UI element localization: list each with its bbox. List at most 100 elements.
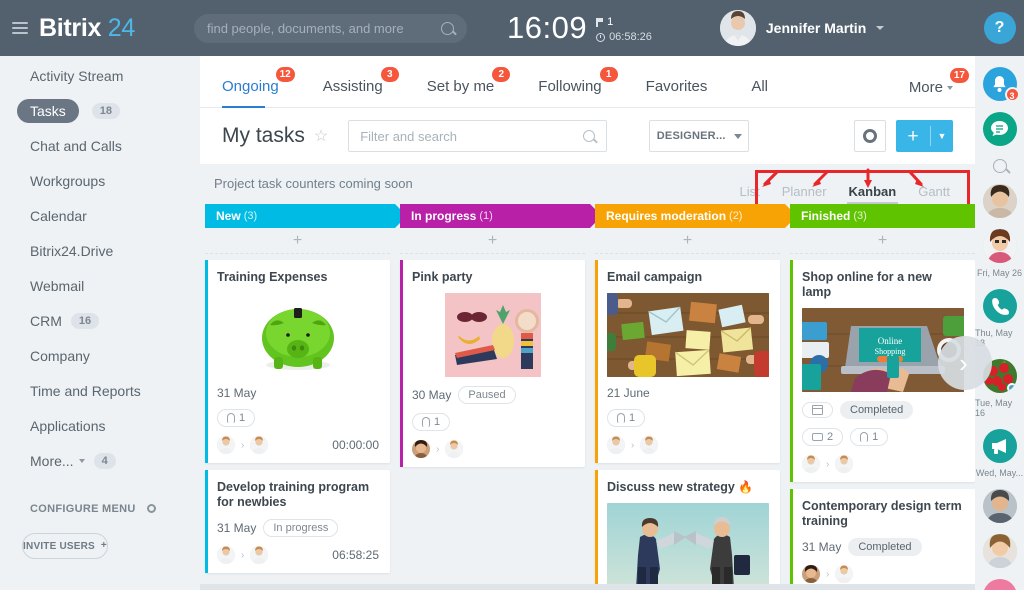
avatar[interactable]: [217, 546, 235, 564]
column-header[interactable]: New (3): [205, 204, 407, 228]
task-card[interactable]: Pink party 30 May Paused 1 ›: [400, 260, 585, 467]
task-meta: 31 May: [217, 386, 379, 400]
task-card[interactable]: Training Expenses 31 May 1 › 00:00:00: [205, 260, 390, 463]
app-logo[interactable]: Bitrix 24: [39, 14, 135, 43]
group-selector[interactable]: DESIGNER...: [649, 120, 750, 152]
task-card[interactable]: Email campaign 21 June 1 ›: [595, 260, 780, 463]
sidebar-item-webmail[interactable]: Webmail: [0, 271, 200, 301]
global-search[interactable]: [193, 13, 467, 43]
column-header[interactable]: Finished (3): [790, 204, 980, 228]
settings-button[interactable]: [854, 120, 886, 152]
add-card-button[interactable]: +: [595, 228, 780, 254]
sidebar-item-calendar[interactable]: Calendar: [0, 201, 200, 231]
sidebar-item-chat-and-calls[interactable]: Chat and Calls: [0, 131, 200, 161]
sidebar-item-crm[interactable]: CRM 16: [0, 306, 200, 336]
tab-badge: 2: [492, 67, 511, 82]
status-badge: Paused: [458, 386, 516, 404]
comment-icon: [812, 433, 823, 441]
call-button[interactable]: Thu, May 18: [975, 289, 1024, 348]
tab-following[interactable]: Following 1: [538, 67, 618, 107]
view-gantt[interactable]: Gantt: [918, 184, 950, 204]
avatar[interactable]: [802, 565, 820, 583]
recent-contact[interactable]: [975, 489, 1024, 523]
favorite-star-icon[interactable]: ☆: [314, 126, 328, 146]
sidebar-badge: 4: [93, 453, 116, 469]
messenger-button[interactable]: [975, 112, 1024, 146]
tab-set-by-me[interactable]: Set by me 2: [427, 67, 511, 107]
top-bar: Bitrix 24 16:09 1 06:58:26: [0, 0, 975, 56]
add-card-button[interactable]: +: [400, 228, 585, 254]
attachment-count: 1: [872, 431, 879, 443]
sidebar-item-drive[interactable]: Bitrix24.Drive: [0, 236, 200, 266]
sidebar-item-time-and-reports[interactable]: Time and Reports: [0, 376, 200, 406]
attachment-pill[interactable]: 1: [412, 413, 451, 431]
horizontal-scrollbar[interactable]: [200, 584, 975, 590]
rail-search-button[interactable]: [975, 159, 1024, 173]
view-list[interactable]: List: [739, 184, 759, 204]
invite-users-button[interactable]: INVITE USERS +: [22, 533, 108, 559]
filter-search[interactable]: [348, 120, 608, 152]
tab-ongoing[interactable]: Ongoing 12: [222, 67, 295, 108]
view-planner[interactable]: Planner: [782, 184, 827, 204]
avatar[interactable]: [835, 455, 854, 473]
tab-favorites[interactable]: Favorites: [646, 78, 708, 107]
task-card[interactable]: Contemporary design term training 31 May…: [790, 489, 975, 590]
sidebar-item-label: Chat and Calls: [30, 138, 122, 154]
avatar[interactable]: [607, 436, 625, 454]
add-card-button[interactable]: +: [205, 228, 390, 254]
task-card[interactable]: Develop training program for newbies 31 …: [205, 470, 390, 573]
sidebar-item-activity-stream[interactable]: Activity Stream: [0, 61, 200, 91]
tab-all[interactable]: All: [751, 78, 768, 107]
sidebar-item-more[interactable]: More... 4: [0, 446, 200, 476]
calendar-pill[interactable]: [802, 402, 833, 418]
tab-more[interactable]: More 17: [908, 68, 969, 107]
task-image: [607, 293, 769, 377]
avatar[interactable]: [640, 436, 659, 454]
column-header[interactable]: Requires moderation (2): [595, 204, 797, 228]
attachment-pill[interactable]: 1: [850, 428, 889, 446]
sidebar-item-workgroups[interactable]: Workgroups: [0, 166, 200, 196]
avatar: [982, 229, 1017, 263]
avatar[interactable]: [445, 440, 464, 458]
mail-button[interactable]: [975, 579, 1024, 590]
view-kanban[interactable]: Kanban: [846, 184, 898, 204]
sidebar-item-tasks[interactable]: Tasks 18: [0, 96, 200, 126]
task-card[interactable]: Discuss new strategy 🔥: [595, 470, 780, 590]
avatar[interactable]: [802, 455, 820, 473]
attachment-pill[interactable]: 1: [217, 409, 256, 427]
avatar[interactable]: [250, 546, 269, 564]
task-attachments: 1: [217, 409, 379, 427]
attachment-pill[interactable]: 1: [607, 409, 646, 427]
comment-pill[interactable]: 2: [802, 428, 844, 446]
recent-contact[interactable]: [975, 534, 1024, 568]
sidebar-item-company[interactable]: Company: [0, 341, 200, 371]
flag-row[interactable]: 1: [596, 16, 652, 28]
tab-assisting[interactable]: Assisting 3: [323, 67, 399, 107]
global-search-input[interactable]: [206, 20, 441, 36]
avatar[interactable]: [412, 440, 430, 458]
sidebar-item-applications[interactable]: Applications: [0, 411, 200, 441]
kanban-columns: New (3) + Training Expenses 31 May 1 › 0…: [200, 204, 992, 590]
column-header[interactable]: In progress (1): [400, 204, 602, 228]
recent-contact[interactable]: [975, 184, 1024, 218]
notifications-button[interactable]: 3: [975, 67, 1024, 102]
next-column-button[interactable]: ›: [938, 336, 992, 390]
menu-toggle-icon[interactable]: [12, 22, 28, 34]
help-button[interactable]: ?: [983, 12, 1016, 44]
logo-text: Bitrix: [39, 13, 102, 42]
recent-contact[interactable]: Fri, May 26: [975, 229, 1024, 278]
avatar[interactable]: [835, 565, 854, 583]
user-menu[interactable]: Jennifer Martin: [719, 10, 885, 46]
avatar[interactable]: [250, 436, 269, 454]
chevron-down-icon: [876, 26, 885, 30]
chevron-down-icon[interactable]: ▼: [931, 131, 953, 141]
add-task-button[interactable]: + ▼: [896, 120, 953, 152]
tab-label: More: [908, 79, 943, 96]
configure-menu-button[interactable]: CONFIGURE MENU: [0, 502, 200, 515]
chevron-down-icon: [733, 133, 742, 139]
avatar[interactable]: [217, 436, 235, 454]
add-card-button[interactable]: +: [790, 228, 975, 254]
worktime-row[interactable]: 06:58:26: [596, 31, 652, 43]
announcement-button[interactable]: Wed, May...: [975, 429, 1024, 478]
filter-search-input[interactable]: [360, 128, 584, 144]
